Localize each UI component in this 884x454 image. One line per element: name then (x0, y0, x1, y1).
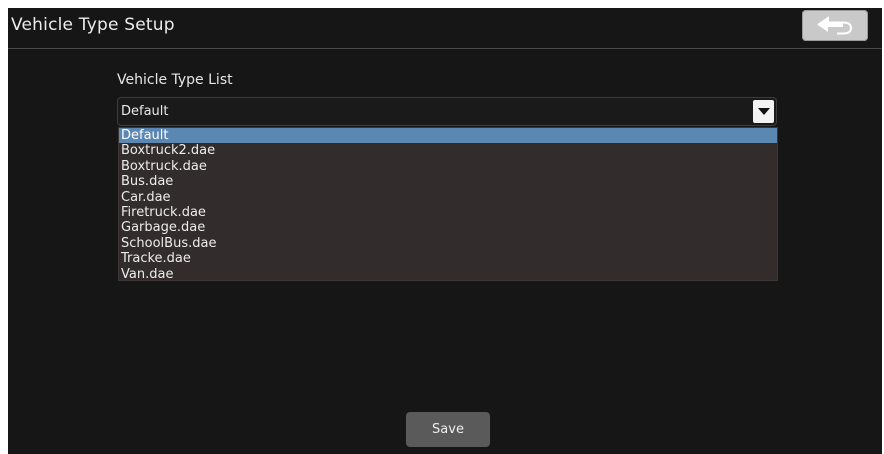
dropdown-option[interactable]: Car.dae (119, 190, 777, 205)
vehicle-type-dropdown-list: Default Boxtruck2.dae Boxtruck.dae Bus.dae C… (118, 127, 778, 282)
back-arrow-icon (815, 15, 855, 36)
vehicle-type-list-label: Vehicle Type List (117, 72, 233, 88)
back-button[interactable] (802, 10, 868, 41)
selected-vehicle-type: Default (121, 104, 169, 119)
dropdown-option[interactable]: Garbage.dae (119, 220, 777, 235)
dropdown-option[interactable]: Van.dae (119, 267, 777, 282)
header-bar: Vehicle Type Setup (8, 8, 882, 48)
dropdown-option[interactable]: SchoolBus.dae (119, 236, 777, 251)
dropdown-option[interactable]: Firetruck.dae (119, 205, 777, 220)
dropdown-option[interactable]: Tracke.dae (119, 251, 777, 266)
chevron-down-icon[interactable] (753, 100, 774, 123)
header-divider (8, 48, 882, 49)
page-title: Vehicle Type Setup (11, 15, 175, 35)
save-button[interactable]: Save (406, 412, 490, 447)
app-screen: Vehicle Type Setup Vehicle Type List Def… (8, 8, 882, 454)
dropdown-option[interactable]: Default (119, 128, 777, 144)
dropdown-option[interactable]: Boxtruck.dae (119, 159, 777, 174)
vehicle-type-select[interactable]: Default (117, 97, 777, 126)
dropdown-option[interactable]: Bus.dae (119, 174, 777, 189)
dropdown-option[interactable]: Boxtruck2.dae (119, 143, 777, 158)
